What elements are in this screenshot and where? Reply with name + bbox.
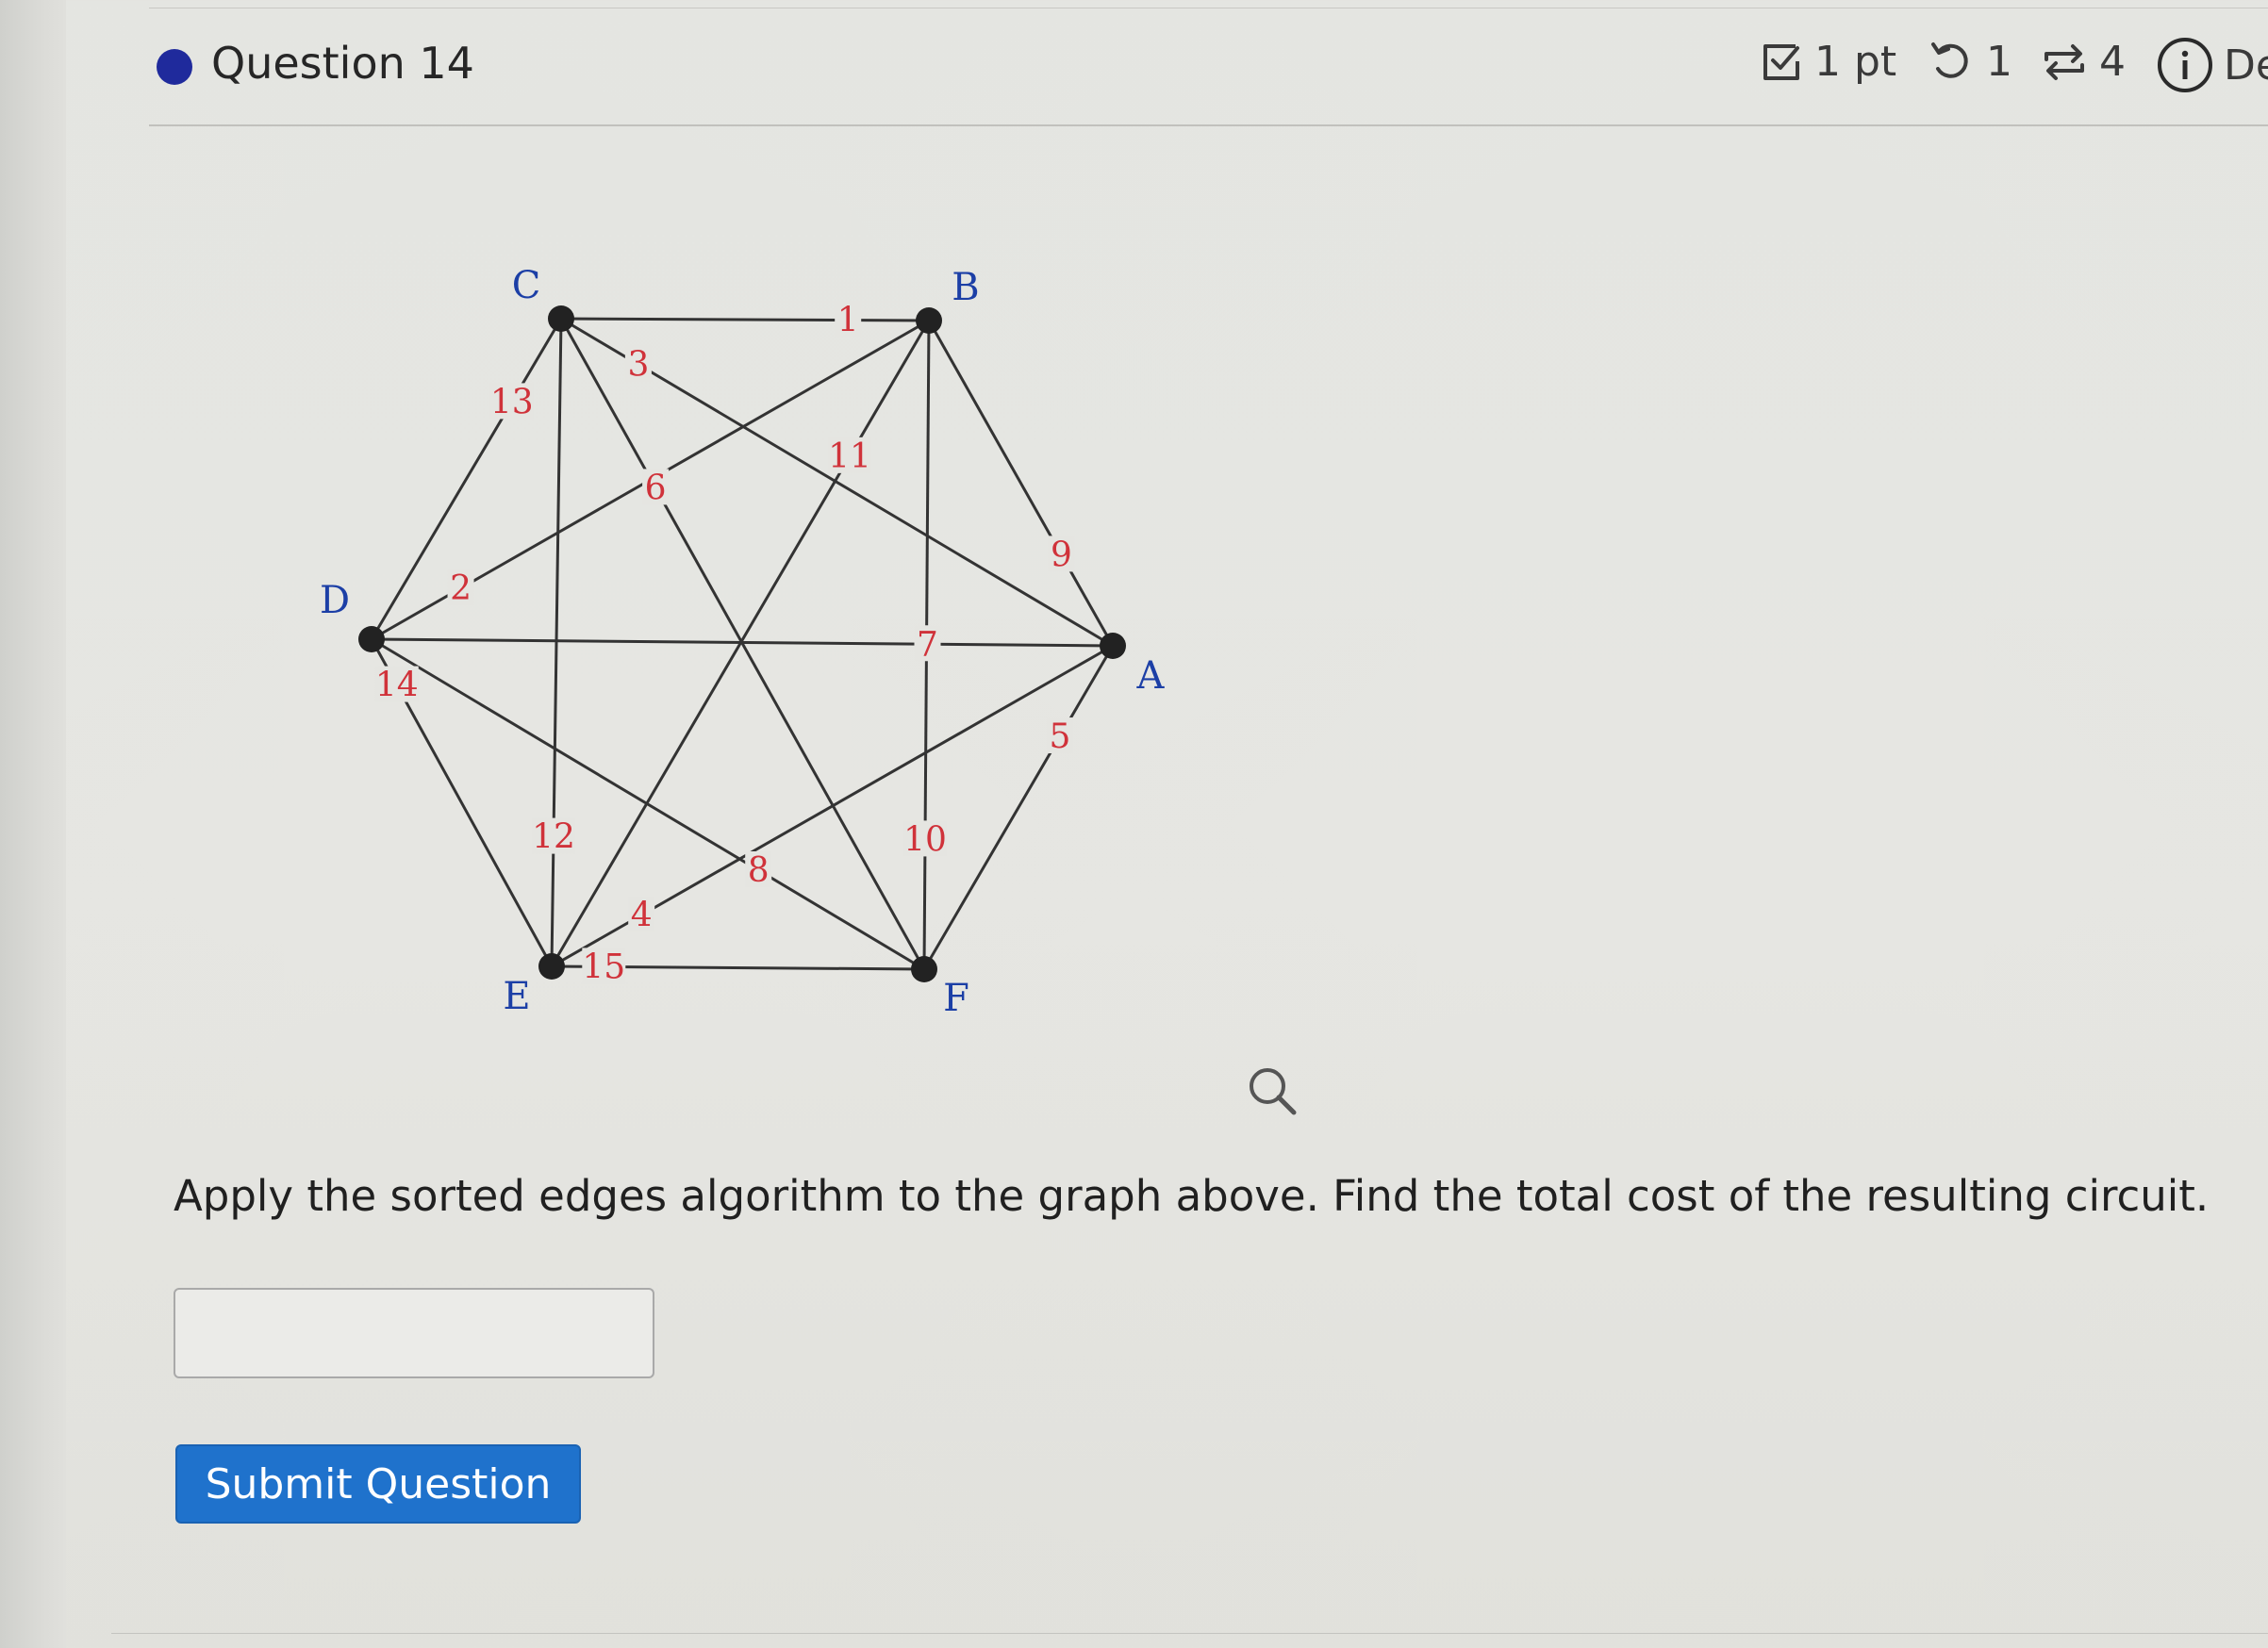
vertex-label-E: E bbox=[503, 975, 530, 1018]
complete-graph: 123456789101112131415ABCDE F bbox=[320, 264, 1166, 1020]
edge-weight-label: 15 bbox=[582, 948, 625, 986]
question-title: Question 14 bbox=[211, 38, 474, 89]
vertex-E bbox=[538, 953, 565, 980]
vertex-label-C: C bbox=[512, 264, 541, 307]
edge-CB bbox=[560, 317, 930, 322]
header-divider bbox=[149, 124, 2268, 126]
vertex-label-D: D bbox=[320, 579, 350, 622]
edge-weight-label: 5 bbox=[1050, 717, 1071, 756]
retry-count: 1 bbox=[1986, 38, 2012, 86]
edge-CE bbox=[550, 318, 563, 967]
question-status-dot bbox=[157, 49, 192, 85]
bottom-divider bbox=[111, 1633, 2268, 1634]
edges-layer bbox=[370, 317, 1115, 971]
submit-question-button[interactable]: Submit Question bbox=[175, 1444, 581, 1524]
points-label: 1 pt bbox=[1814, 38, 1897, 86]
repeat-icon bbox=[2041, 41, 2088, 84]
edge-weight-label: 2 bbox=[450, 569, 472, 608]
edge-weight-label: 4 bbox=[631, 897, 653, 935]
edge-weight-label: 6 bbox=[645, 469, 667, 507]
vertex-B bbox=[916, 307, 942, 334]
edge-FA bbox=[922, 645, 1115, 970]
edge-weight-label: 12 bbox=[532, 818, 575, 857]
attempts-indicator: 4 bbox=[2041, 38, 2126, 86]
left-margin bbox=[0, 0, 66, 1648]
edge-weight-label: 10 bbox=[903, 820, 947, 859]
vertex-label-A: A bbox=[1136, 654, 1166, 698]
vertex-C bbox=[548, 305, 574, 332]
edge-BA bbox=[927, 320, 1115, 647]
checkbox-icon bbox=[1760, 41, 1803, 84]
edge-weight-label: 13 bbox=[490, 383, 534, 421]
edge-weight-label: 1 bbox=[837, 302, 859, 340]
edge-weight-label: 3 bbox=[627, 346, 649, 385]
info-icon[interactable] bbox=[2156, 36, 2214, 94]
edge-weight-label: 14 bbox=[375, 667, 419, 705]
edge-weight-label: 8 bbox=[748, 851, 770, 890]
details-button[interactable]: De bbox=[2156, 36, 2268, 94]
answer-input[interactable] bbox=[174, 1288, 654, 1378]
vertex-A bbox=[1100, 633, 1126, 659]
edge-weight-label: 7 bbox=[917, 625, 938, 664]
vertex-D bbox=[358, 626, 385, 652]
points-indicator: 1 pt bbox=[1760, 38, 1896, 86]
edge-weight-label: 11 bbox=[828, 437, 871, 476]
details-label[interactable]: De bbox=[2224, 41, 2268, 90]
attempts-count: 4 bbox=[2099, 38, 2126, 86]
magnifier-icon[interactable] bbox=[1245, 1063, 1301, 1124]
vertex-label-F: F bbox=[943, 977, 969, 1020]
edge-weight-label: 9 bbox=[1051, 536, 1072, 574]
vertex-F bbox=[911, 956, 937, 982]
vertex-label-B: B bbox=[952, 266, 979, 309]
undo-icon bbox=[1929, 41, 1973, 84]
question-prompt: Apply the sorted edges algorithm to the … bbox=[174, 1171, 2210, 1221]
retry-indicator: 1 bbox=[1929, 38, 2012, 86]
